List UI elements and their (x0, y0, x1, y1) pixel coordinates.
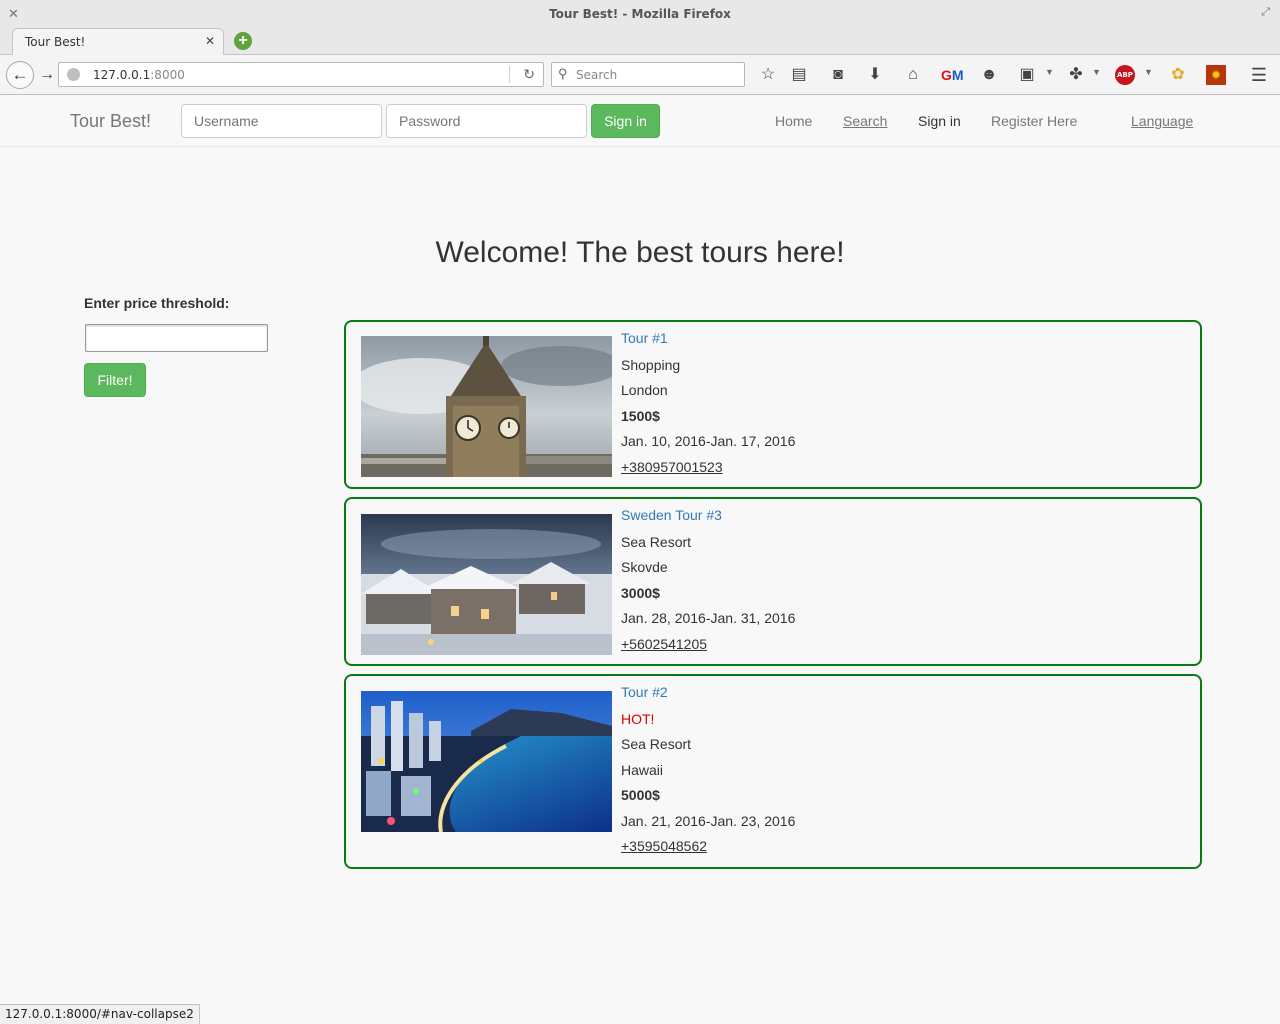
url-port: :8000 (150, 68, 185, 82)
forward-arrow-icon[interactable]: → (36, 65, 58, 87)
hamburger-menu-icon[interactable]: ☰ (1249, 65, 1269, 85)
tour-phone-link[interactable]: +5602541205 (621, 634, 795, 659)
url-text: 127.0.0.1:8000 (93, 68, 185, 82)
bookmark-star-icon[interactable]: ☆ (758, 65, 778, 85)
nav-signin-link[interactable]: Sign in (918, 113, 961, 129)
chevron-down-icon[interactable]: ▼ (1045, 67, 1054, 77)
gm-extension-icon[interactable]: GM (941, 65, 964, 85)
orange-extension-icon[interactable]: ✹ (1206, 65, 1226, 85)
big-ben-photo[interactable] (361, 336, 612, 477)
tour-title-link[interactable]: Tour #2 (621, 682, 795, 709)
home-icon[interactable]: ⌂ (903, 65, 923, 85)
nav-search-link[interactable]: Search (843, 113, 887, 129)
url-host: 127.0.0.1 (93, 68, 151, 82)
tour-location: London (621, 382, 668, 399)
reading-list-icon[interactable]: ▤ (789, 65, 809, 85)
window-title: Tour Best! - Mozilla Firefox (549, 7, 731, 21)
tour-category: Shopping (621, 357, 681, 373)
tour-price: 1500$ (621, 407, 660, 424)
tab-close-icon[interactable]: ✕ (205, 34, 215, 48)
tour-phone-link[interactable]: +380957001523 (621, 457, 795, 482)
username-input[interactable] (181, 104, 382, 138)
status-bar-url: 127.0.0.1:8000/#nav-collapse2 (0, 1004, 200, 1024)
hawaii-coast-photo[interactable] (361, 691, 612, 832)
tour-card: Tour #1 Shopping London 1500$ Jan. 10, 2… (344, 320, 1202, 489)
adblock-plus-icon[interactable]: ABP (1115, 65, 1135, 85)
tour-info: Tour #1 Shopping London 1500$ Jan. 10, 2… (621, 328, 795, 482)
tour-dates: Jan. 28, 2016-Jan. 31, 2016 (621, 610, 796, 627)
tour-location: Hawaii (621, 761, 664, 778)
tour-card: Tour #2 HOT! Sea Resort Hawaii 5000$ Jan… (344, 674, 1202, 869)
tour-title-link[interactable]: Sweden Tour #3 (621, 505, 795, 532)
tour-card: Sweden Tour #3 Sea Resort Skovde 3000$ J… (344, 497, 1202, 666)
window-maximize-icon[interactable]: ⤢ (1261, 6, 1270, 19)
tour-dates: Jan. 10, 2016-Jan. 17, 2016 (621, 433, 796, 450)
chat-icon[interactable]: ☻ (979, 65, 999, 85)
tab-tour-best[interactable]: Tour Best! ✕ (12, 28, 224, 55)
chevron-down-icon[interactable]: ▼ (1144, 67, 1153, 77)
tour-price: 5000$ (621, 787, 660, 804)
tour-title-link[interactable]: Tour #1 (621, 328, 795, 355)
extension-puzzle-icon[interactable]: ✤ (1066, 65, 1086, 85)
tour-phone-link[interactable]: +3595048562 (621, 836, 795, 861)
price-threshold-input[interactable] (85, 324, 268, 352)
site-navbar: Tour Best! Sign in Home Search Sign in R… (0, 96, 1280, 147)
back-arrow-icon[interactable]: ← (6, 61, 34, 89)
sign-in-button[interactable]: Sign in (591, 104, 660, 138)
snowy-town-photo[interactable] (361, 514, 612, 655)
flower-extension-icon[interactable]: ✿ (1168, 65, 1188, 85)
new-tab-icon[interactable]: + (234, 32, 252, 50)
nav-register-link[interactable]: Register Here (991, 113, 1077, 129)
tour-category: Sea Resort (621, 534, 692, 550)
reload-icon[interactable]: ↻ (523, 66, 535, 83)
tour-info: Tour #2 HOT! Sea Resort Hawaii 5000$ Jan… (621, 682, 795, 861)
url-divider (509, 66, 510, 83)
tour-location: Skovde (621, 559, 668, 576)
tab-strip: Tour Best! ✕ + (0, 28, 1280, 55)
filter-button[interactable]: Filter! (84, 363, 146, 397)
chevron-down-icon[interactable]: ▼ (1092, 67, 1101, 77)
search-placeholder: Search (576, 68, 618, 82)
tour-dates: Jan. 21, 2016-Jan. 23, 2016 (621, 812, 796, 829)
tour-info: Sweden Tour #3 Sea Resort Skovde 3000$ J… (621, 505, 795, 659)
nav-home-link[interactable]: Home (775, 113, 812, 129)
screenshot-extension-icon[interactable]: ▣ (1017, 65, 1037, 85)
globe-icon (67, 68, 80, 81)
download-icon[interactable]: ⬇ (865, 65, 885, 85)
browser-search-input[interactable]: ⚲ Search (551, 62, 745, 87)
browser-toolbar: ← → 127.0.0.1:8000 ↻ ⚲ Search ☆ ▤ ◙ ⬇ ⌂ … (0, 55, 1280, 95)
search-icon: ⚲ (558, 66, 568, 81)
hot-badge: HOT! (621, 711, 655, 727)
nav-language-link[interactable]: Language (1131, 113, 1193, 129)
tour-category: Sea Resort (621, 736, 692, 753)
tab-label: Tour Best! (25, 35, 86, 49)
tour-price: 3000$ (621, 584, 660, 601)
password-input[interactable] (386, 104, 587, 138)
window-titlebar: ✕ Tour Best! - Mozilla Firefox ⤢ (0, 0, 1280, 28)
brand-link[interactable]: Tour Best! (70, 111, 151, 132)
pocket-icon[interactable]: ◙ (828, 65, 848, 85)
url-bar[interactable]: 127.0.0.1:8000 ↻ (58, 62, 544, 87)
price-threshold-label: Enter price threshold: (84, 295, 230, 311)
page-title: Welcome! The best tours here! (435, 236, 845, 269)
